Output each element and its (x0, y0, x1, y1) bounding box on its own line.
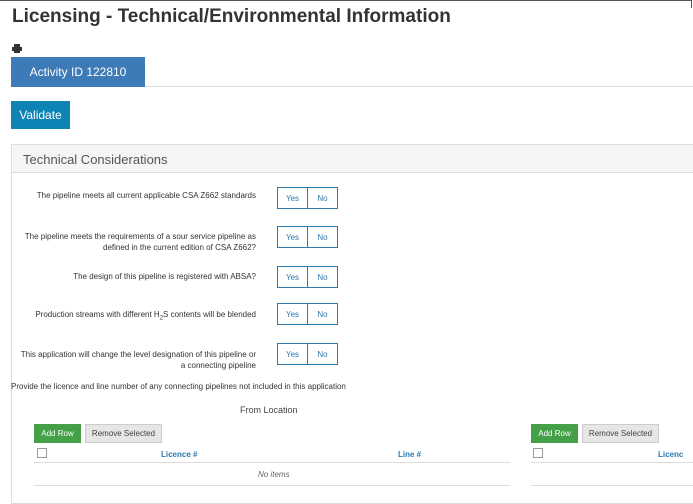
grid-row-divider (34, 485, 510, 486)
toggle-level-designation: Yes No (277, 343, 338, 365)
toggle-csa-standards: Yes No (277, 187, 338, 209)
panel-title: Technical Considerations (23, 152, 168, 167)
column-header-line[interactable]: Line # (398, 450, 421, 459)
empty-grid-message: No items (258, 470, 290, 479)
from-location-heading: From Location (240, 405, 298, 415)
tab-activity-id[interactable]: Activity ID 122810 (11, 57, 145, 87)
remove-selected-button[interactable]: Remove Selected (582, 424, 659, 443)
no-option[interactable]: No (307, 267, 337, 287)
toggle-absa: Yes No (277, 266, 338, 288)
panel-header: Technical Considerations (12, 145, 693, 173)
grid-row-divider (531, 485, 693, 486)
no-option[interactable]: No (307, 304, 337, 324)
no-option[interactable]: No (307, 227, 337, 247)
grid-header-divider (34, 462, 510, 463)
add-row-button[interactable]: Add Row (34, 424, 81, 443)
select-all-checkbox[interactable] (37, 448, 47, 458)
yes-option[interactable]: Yes (278, 344, 307, 364)
toggle-h2s-blended: Yes No (277, 303, 338, 325)
column-header-licence[interactable]: Licence # (161, 450, 197, 459)
no-option[interactable]: No (307, 188, 337, 208)
yes-option[interactable]: Yes (278, 227, 307, 247)
column-header-licence[interactable]: Licenc (658, 450, 683, 459)
question-label-csa-standards: The pipeline meets all current applicabl… (36, 191, 256, 200)
page-title: Licensing - Technical/Environmental Info… (12, 6, 451, 27)
question-label-absa: The design of this pipeline is registere… (73, 272, 256, 281)
select-all-checkbox[interactable] (533, 448, 543, 458)
question-label-sour-service: The pipeline meets the requirements of a… (24, 232, 256, 252)
no-option[interactable]: No (307, 344, 337, 364)
toggle-sour-service: Yes No (277, 226, 338, 248)
validate-button[interactable]: Validate (11, 101, 70, 129)
print-icon[interactable] (12, 44, 22, 53)
yes-option[interactable]: Yes (278, 304, 307, 324)
yes-option[interactable]: Yes (278, 267, 307, 287)
question-label-h2s-blended: Production streams with different H2S co… (35, 310, 256, 322)
question-label-level-designation: This application will change the level d… (20, 350, 256, 370)
connecting-pipelines-note: Provide the licence and line number of a… (11, 382, 346, 391)
remove-selected-button[interactable]: Remove Selected (85, 424, 162, 443)
grid-header-divider (531, 462, 693, 463)
add-row-button[interactable]: Add Row (531, 424, 578, 443)
yes-option[interactable]: Yes (278, 188, 307, 208)
